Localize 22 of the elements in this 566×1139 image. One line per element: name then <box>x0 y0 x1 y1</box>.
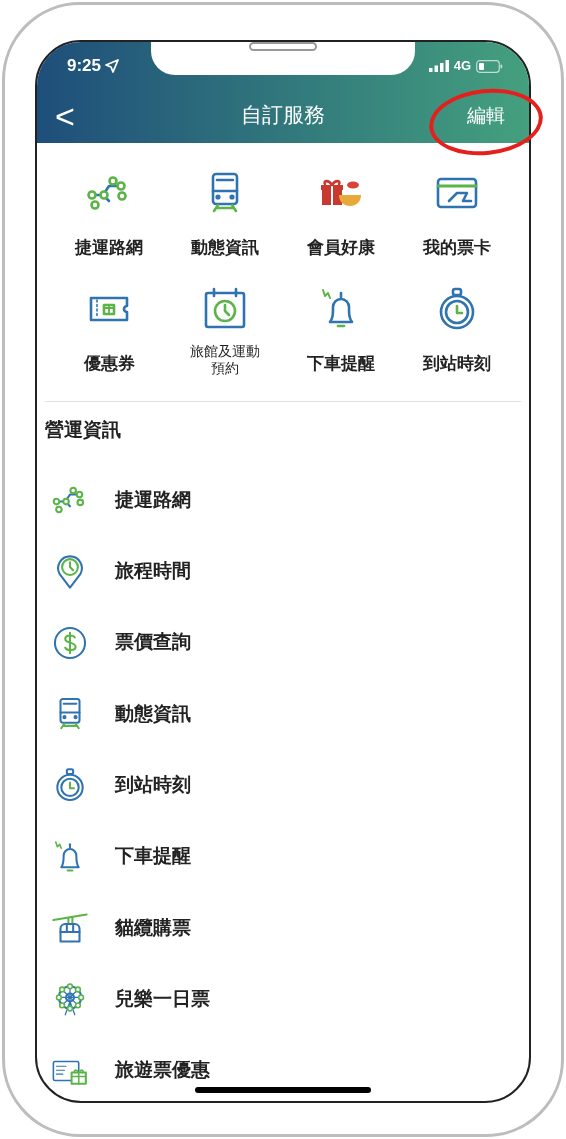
shortcut-tile[interactable]: 到站時刻 <box>399 281 515 389</box>
service-list-item[interactable]: 到站時刻 <box>45 749 521 821</box>
shortcut-tile[interactable]: 動態資訊 <box>167 165 283 273</box>
service-list-item[interactable]: 兒樂一日票 <box>45 963 521 1035</box>
service-list-item[interactable]: 票價查詢 <box>45 607 521 679</box>
back-button[interactable]: < <box>55 98 85 133</box>
shortcut-tile[interactable]: 優惠券 <box>51 281 167 389</box>
shortcut-tile[interactable]: 旅館及運動預約 <box>167 281 283 389</box>
shortcut-tile[interactable]: 下車提醒 <box>283 281 399 389</box>
edit-button[interactable]: 編輯 <box>467 101 505 130</box>
service-list-item[interactable]: 捷運路網 <box>45 464 521 536</box>
page-title: 自訂服務 <box>241 101 325 129</box>
service-list-item[interactable]: 旅程時間 <box>45 535 521 608</box>
network-label: 4G <box>453 57 471 76</box>
service-list-item[interactable]: 貓纜購票 <box>45 892 521 964</box>
shortcut-tile[interactable]: 捷運路網 <box>51 165 167 273</box>
status-time: 9:25 <box>67 55 102 78</box>
service-list-item[interactable]: 下車提醒 <box>45 821 521 893</box>
shortcut-tile[interactable]: 會員好康 <box>283 165 399 273</box>
shortcut-tile[interactable]: 我的票卡 <box>399 165 515 273</box>
section-title: 營運資訊 <box>45 418 122 442</box>
service-list-item[interactable]: 動態資訊 <box>45 678 521 750</box>
